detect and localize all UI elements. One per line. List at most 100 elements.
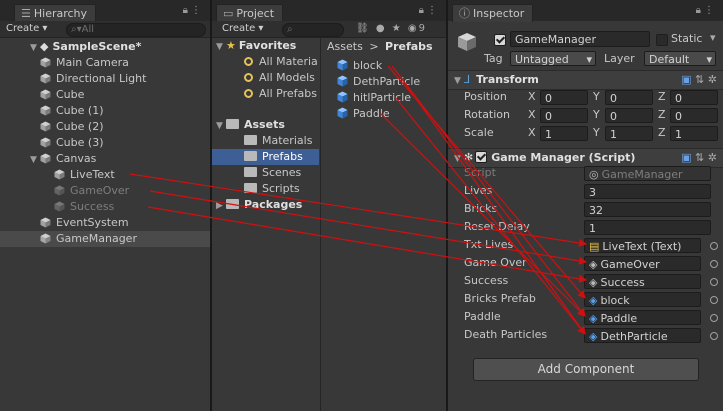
transform-z-field[interactable]: 1 (670, 126, 718, 141)
hierarchy-item[interactable]: GameManager (0, 231, 210, 247)
asset-folder-item[interactable]: Scenes (212, 165, 319, 181)
transform-header[interactable]: ▼ ⅃ Transform ▣ ⇅ ✲ (448, 70, 723, 90)
filter-icons[interactable]: ⛓ ● ★ ◉9 (356, 23, 427, 34)
tab-hierarchy[interactable]: ☰ Hierarchy (14, 4, 97, 22)
script-field-value[interactable]: 3 (584, 184, 711, 199)
prefab-cube-icon (337, 91, 348, 103)
object-picker-icon[interactable] (710, 296, 718, 304)
breadcrumb-prefabs[interactable]: Prefabs (385, 40, 433, 53)
lock-menu-icon[interactable]: 🔒︎⋮ (696, 5, 717, 16)
create-button[interactable]: Create ▾ (6, 21, 47, 37)
script-field-value[interactable]: 32 (584, 202, 711, 217)
expand-arrow-icon[interactable]: ▼ (454, 150, 464, 168)
script-field-value[interactable]: ◈ Success (584, 274, 701, 289)
tab-project-label: Project (236, 7, 275, 20)
tab-inspector[interactable]: ⓘ Inspector (452, 4, 534, 22)
favorites-row[interactable]: ▼ ★ Favorites (212, 38, 296, 54)
active-checkbox[interactable] (494, 34, 506, 46)
static-dropdown-icon[interactable]: ▾ (710, 31, 716, 44)
object-picker-icon[interactable] (710, 314, 718, 322)
transform-y-field[interactable]: 0 (605, 90, 653, 105)
hierarchy-item[interactable]: Cube (1) (0, 103, 210, 119)
scene-row[interactable]: ▼ ◆ SampleScene* (0, 39, 210, 55)
chevron-down-icon: ▾ (706, 53, 712, 66)
tag-dropdown[interactable]: Untagged ▾ (510, 51, 596, 66)
favorite-item[interactable]: All Prefabs (244, 86, 317, 102)
static-label: Static (671, 32, 703, 45)
collapse-arrow-icon[interactable]: ▶ (216, 198, 226, 214)
project-tree: ▼ ★ Favorites All Materia All Models All Pre… (212, 38, 321, 411)
script-field-value[interactable]: ◈ GameOver (584, 256, 701, 271)
script-component-title: Game Manager (Script) (491, 151, 636, 164)
transform-y-field[interactable]: 0 (605, 108, 653, 123)
breadcrumb-assets[interactable]: Assets (327, 40, 363, 53)
script-field-value[interactable]: ◈ Paddle (584, 310, 701, 325)
prefab-item-label: hitlParticle (353, 91, 412, 104)
lock-menu-icon[interactable]: 🔒︎⋮ (419, 5, 440, 16)
transform-z-field[interactable]: 0 (670, 90, 718, 105)
favorite-item[interactable]: All Materia (244, 54, 318, 70)
script-field-value[interactable]: ◎ GameManager (584, 166, 711, 181)
asset-folder-item[interactable]: Scripts (212, 181, 319, 197)
layer-dropdown[interactable]: Default ▾ (644, 51, 716, 66)
hierarchy-item[interactable]: Cube (2) (0, 119, 210, 135)
component-menu-icons[interactable]: ▣ ⇅ ✲ (681, 149, 717, 167)
expand-arrow-icon[interactable]: ▼ (454, 72, 464, 90)
prefab-item[interactable]: hitlParticle (337, 90, 411, 106)
hierarchy-item[interactable]: Success (0, 199, 210, 215)
hierarchy-item[interactable]: EventSystem (0, 215, 210, 231)
object-picker-icon[interactable] (710, 260, 718, 268)
project-tabbar: ▭ Project 🔒︎⋮ (212, 0, 446, 22)
hierarchy-item[interactable]: ▼ Canvas (0, 151, 210, 167)
script-field-label: Bricks Prefab (464, 292, 536, 305)
script-field-value[interactable]: ◈ DethParticle (584, 328, 701, 343)
transform-z-field[interactable]: 0 (670, 108, 718, 123)
add-component-button[interactable]: Add Component (473, 358, 699, 381)
prefab-item[interactable]: DethParticle (337, 74, 420, 90)
component-enabled-checkbox[interactable] (475, 151, 488, 163)
prefab-item[interactable]: block (337, 58, 382, 74)
layer-label: Layer (604, 52, 635, 65)
transform-value: 0 (610, 110, 617, 123)
transform-x-field[interactable]: 0 (540, 90, 588, 105)
hierarchy-item[interactable]: Cube (0, 87, 210, 103)
transform-title: Transform (476, 73, 539, 86)
lock-menu-icon[interactable]: 🔒︎⋮ (183, 5, 204, 16)
object-picker-icon[interactable] (710, 278, 718, 286)
hierarchy-item[interactable]: GameOver (0, 183, 210, 199)
script-field-value[interactable]: 1 (584, 220, 711, 235)
transform-x-field[interactable]: 1 (540, 126, 588, 141)
component-menu-icons[interactable]: ▣ ⇅ ✲ (681, 71, 717, 89)
packages-row[interactable]: ▶ Packages (212, 197, 302, 213)
search-input[interactable]: ⌕▾All (66, 23, 206, 37)
asset-folder-item[interactable]: Materials (212, 133, 319, 149)
transform-y-field[interactable]: 1 (605, 126, 653, 141)
object-picker-icon[interactable] (710, 242, 718, 250)
object-name-field[interactable]: GameManager (510, 31, 650, 47)
prefab-item[interactable]: Paddle (337, 106, 390, 122)
script-field-value[interactable]: ▤ LiveText (Text) (584, 238, 701, 253)
hierarchy-item[interactable]: Directional Light (0, 71, 210, 87)
axis-x-label: X (528, 126, 536, 139)
static-checkbox[interactable] (656, 34, 668, 46)
script-field-value[interactable]: ◈ block (584, 292, 701, 307)
folder-icon (244, 183, 257, 193)
prefab-cube-icon (337, 75, 348, 87)
script-field-text: LiveText (Text) (602, 240, 682, 253)
search-input[interactable]: ⌕ (282, 23, 344, 37)
hierarchy-item[interactable]: Main Camera (0, 55, 210, 71)
tab-project[interactable]: ▭ Project (216, 4, 284, 22)
assets-row[interactable]: ▼ Assets (212, 117, 285, 133)
favorite-item[interactable]: All Models (244, 70, 315, 86)
asset-folder-item[interactable]: Prefabs (212, 149, 319, 165)
expand-arrow-icon[interactable]: ▼ (216, 118, 226, 134)
hierarchy-item[interactable]: LiveText (0, 167, 210, 183)
create-button[interactable]: Create ▾ (222, 21, 263, 37)
gameobject-cube-icon (54, 201, 65, 212)
transform-x-field[interactable]: 0 (540, 108, 588, 123)
expand-arrow-icon[interactable]: ▼ (216, 39, 226, 55)
object-picker-icon[interactable] (710, 332, 718, 340)
hierarchy-item[interactable]: Cube (3) (0, 135, 210, 151)
expand-arrow-icon[interactable]: ▼ (30, 152, 40, 168)
expand-arrow-icon[interactable]: ▼ (30, 40, 40, 56)
